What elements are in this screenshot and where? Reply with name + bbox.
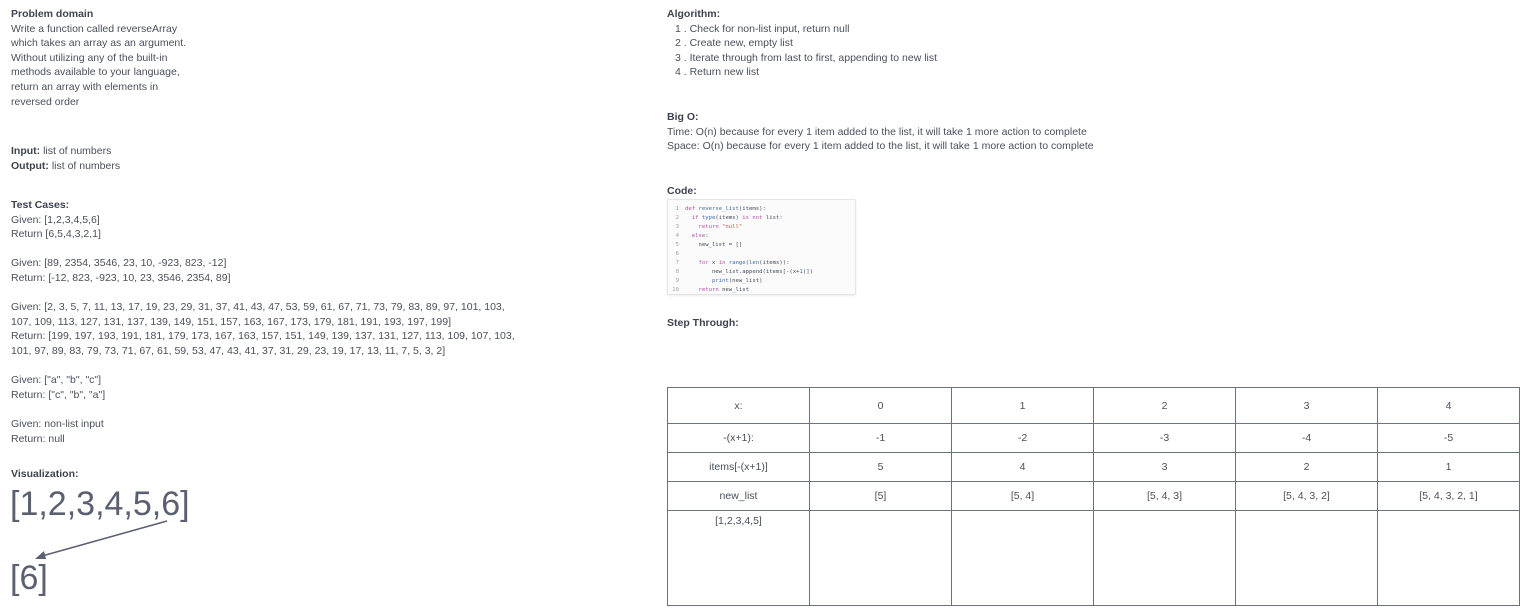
algorithm-step: 4 . Return new list (675, 66, 760, 79)
big-o-space: Space: O(n) because for every 1 item add… (667, 140, 1094, 153)
algorithm-heading: Algorithm: (667, 8, 721, 20)
row-label-cell: items[-(x+1)] (667, 452, 810, 482)
table-row: new_list [5] [5, 4] [5, 4, 3] [5, 4, 3, 2] [5… (667, 481, 1520, 511)
code-line: 8 new_list.append(items[-(x+1)]) (675, 269, 813, 275)
row-label-cell: x: (667, 387, 810, 424)
code-line: 2 if type(items) is not list: (675, 215, 783, 221)
table-cell (1377, 510, 1520, 606)
table-cell (1093, 510, 1236, 606)
table-cell: [5, 4, 3, 2] (1235, 481, 1378, 511)
table-cell: [5, 4, 3, 2, 1] (1377, 481, 1520, 511)
code-line: 9 print(new_list) (675, 278, 763, 284)
step-through-section: Step Through: (667, 316, 739, 331)
table-row: items[-(x+1)] 5 4 3 2 1 (667, 452, 1520, 482)
code-line: 10 return new_list (672, 287, 750, 293)
table-row: -(x+1): -1 -2 -3 -4 -5 (667, 423, 1520, 453)
table-cell: 5 (809, 452, 952, 482)
big-o-heading: Big O: (667, 111, 699, 123)
table-cell: 3 (1235, 387, 1378, 424)
table-cell: 4 (951, 452, 1094, 482)
table-cell: [5] (809, 481, 952, 511)
big-o-time: Time: O(n) because for every 1 item adde… (667, 125, 1087, 138)
code-line: 5 new_list = [] (675, 242, 743, 248)
table-cell: 1 (1377, 452, 1520, 482)
algorithm-step: 1 . Check for non-list input, return nul… (675, 22, 850, 35)
table-cell: [5, 4] (951, 481, 1094, 511)
table-cell: -4 (1235, 423, 1378, 453)
arrow-icon (35, 520, 168, 559)
table-cell (809, 510, 952, 606)
table-cell: -2 (951, 423, 1094, 453)
table-cell (1235, 510, 1378, 606)
table-cell: 1 (951, 387, 1094, 424)
algorithm-step: 3 . Iterate through from last to first, … (675, 51, 938, 64)
table-cell: -5 (1377, 423, 1520, 453)
code-section: Code: (667, 184, 697, 199)
algorithm-step: 2 . Create new, empty list (675, 37, 793, 50)
table-cell: -1 (809, 423, 952, 453)
step-through-table: x: 0 1 2 3 4 -(x+1): -1 -2 -3 -4 -5 items[-(x+1)] 5 4 3… (667, 387, 1520, 606)
table-row: x: 0 1 2 3 4 (667, 387, 1520, 424)
table-cell: 3 (1093, 452, 1236, 482)
table-row: [1,2,3,4,5] (667, 510, 1520, 606)
table-cell: 4 (1377, 387, 1520, 424)
code-line: 4 else: (675, 233, 709, 239)
code-block: 1 def reverse_list(items): 2 if type(item… (667, 199, 856, 295)
step-through-heading: Step Through: (667, 317, 739, 329)
code-heading: Code: (667, 185, 697, 197)
table-cell (951, 510, 1094, 606)
table-cell: [5, 4, 3] (1093, 481, 1236, 511)
table-cell: 2 (1093, 387, 1236, 424)
row-label-cell: [1,2,3,4,5] (667, 510, 810, 606)
table-cell: 0 (809, 387, 952, 424)
code-line: 3 return "null" (675, 224, 743, 230)
code-line: 6 (675, 251, 679, 257)
table-cell: -3 (1093, 423, 1236, 453)
row-label-cell: -(x+1): (667, 423, 810, 453)
code-line: 1 def reverse_list(items): (675, 206, 766, 212)
row-label-cell: new_list (667, 481, 810, 511)
big-o-section: Big O: Time: O(n) because for every 1 it… (667, 110, 1094, 154)
table-cell: 2 (1235, 452, 1378, 482)
code-line: 7 for x in range(len(items)): (675, 260, 790, 266)
algorithm-section: Algorithm: 1 . Check for non-list input,… (667, 7, 937, 80)
